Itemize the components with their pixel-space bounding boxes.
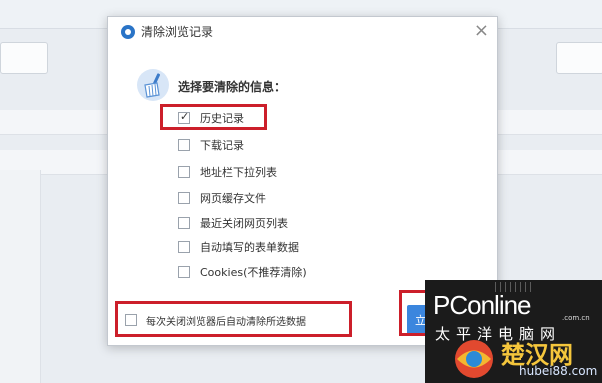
option-label: Cookies(不推荐清除)	[200, 266, 307, 279]
option-label: 最近关闭网页列表	[200, 217, 288, 230]
recently-closed-checkbox[interactable]	[178, 217, 190, 229]
option-label: 自动填写的表单数据	[200, 241, 299, 254]
option-recently-closed[interactable]: 最近关闭网页列表	[178, 212, 288, 234]
dialog-title: 清除浏览记录	[141, 25, 214, 39]
highlight-box-auto-clear	[115, 301, 352, 337]
dialog-titlebar: 清除浏览记录 ×	[108, 17, 497, 47]
background-button	[0, 42, 48, 74]
watermark-brand: PConline	[433, 290, 532, 320]
cookies-checkbox[interactable]	[178, 266, 190, 278]
option-address-bar-dropdown[interactable]: 地址栏下拉列表	[178, 161, 277, 183]
option-label: 网页缓存文件	[200, 192, 266, 205]
highlight-box-history	[160, 104, 267, 130]
watermark-logo-icon	[455, 340, 493, 378]
option-label: 地址栏下拉列表	[200, 166, 277, 179]
close-icon[interactable]: ×	[474, 20, 489, 41]
browser-logo-icon	[121, 25, 135, 39]
option-cookies[interactable]: Cookies(不推荐清除)	[178, 261, 307, 283]
option-page-cache[interactable]: 网页缓存文件	[178, 187, 266, 209]
autofill-checkbox[interactable]	[178, 241, 190, 253]
downloads-checkbox[interactable]	[178, 139, 190, 151]
option-autofill-forms[interactable]: 自动填写的表单数据	[178, 236, 299, 258]
watermark-domain-suffix: .com.cn	[562, 314, 590, 322]
option-downloads[interactable]: 下载记录	[178, 134, 244, 156]
address-bar-checkbox[interactable]	[178, 166, 190, 178]
watermark: PConline .com.cn 太平洋电脑网 楚汉网 hubei88.com	[425, 280, 602, 383]
watermark-url: hubei88.com	[519, 364, 598, 378]
background-button	[556, 42, 602, 74]
background-sidebar	[0, 170, 41, 383]
dialog-heading: 选择要清除的信息：	[178, 80, 287, 94]
broom-icon	[137, 69, 169, 101]
option-label: 下载记录	[200, 139, 244, 152]
page-cache-checkbox[interactable]	[178, 192, 190, 204]
